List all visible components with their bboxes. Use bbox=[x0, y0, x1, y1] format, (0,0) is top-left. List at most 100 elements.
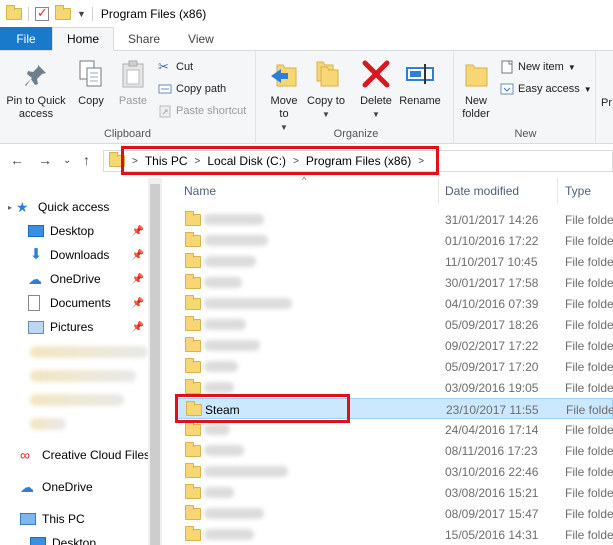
column-header-date[interactable]: Date modified bbox=[445, 178, 555, 204]
scrollbar-thumb[interactable] bbox=[150, 184, 160, 545]
folder-icon bbox=[185, 337, 201, 352]
pin-icon[interactable]: 📌 bbox=[132, 250, 144, 261]
up-arrow-icon[interactable]: ↑ bbox=[83, 152, 90, 168]
tab-share[interactable]: Share bbox=[114, 27, 174, 50]
new-group: New folder New item ▼ Easy access ▼ New bbox=[456, 51, 596, 144]
file-row[interactable]: 15/05/2016 14:31 File folder bbox=[176, 524, 613, 545]
blurred-nav-item[interactable] bbox=[30, 346, 148, 358]
tab-view[interactable]: View bbox=[174, 27, 228, 50]
desktop-icon bbox=[30, 537, 46, 545]
copy-button[interactable]: Copy bbox=[74, 59, 108, 108]
tab-home[interactable]: Home bbox=[52, 27, 115, 51]
creative-cloud-icon: ∞ bbox=[20, 447, 30, 463]
rename-button[interactable]: Rename bbox=[397, 59, 443, 108]
window-title: Program Files (x86) bbox=[100, 6, 207, 21]
pin-icon[interactable]: 📌 bbox=[132, 322, 144, 333]
new-folder-label: New folder bbox=[462, 95, 490, 120]
easy-access-button[interactable]: Easy access ▼ bbox=[500, 82, 592, 96]
nav-pictures[interactable]: Pictures 📌 bbox=[28, 316, 148, 338]
nav-pictures-label: Pictures bbox=[50, 320, 94, 334]
file-row[interactable]: 11/10/2017 10:45 File folder bbox=[176, 251, 613, 272]
file-date-modified: 04/10/2016 07:39 bbox=[445, 297, 539, 311]
move-to-button[interactable]: Move to ▼ bbox=[265, 59, 303, 134]
file-row[interactable]: 08/11/2016 17:23 File folder bbox=[176, 440, 613, 461]
file-row[interactable]: 01/10/2016 17:22 File folder bbox=[176, 230, 613, 251]
customize-toolbar-icon[interactable]: ▼ bbox=[77, 9, 86, 19]
file-row[interactable]: 03/10/2016 22:46 File folder bbox=[176, 461, 613, 482]
copy-to-button[interactable]: Copy to ▼ bbox=[307, 59, 345, 121]
blurred-nav-item[interactable] bbox=[30, 418, 66, 430]
quick-access-label: Quick access bbox=[38, 200, 110, 214]
folder-icon bbox=[185, 463, 201, 478]
pin-icon[interactable]: 📌 bbox=[132, 274, 144, 285]
properties-icon[interactable] bbox=[35, 5, 49, 21]
folder-icon bbox=[185, 358, 201, 373]
organize-group: Move to ▼ Copy to ▼ Delete ▼ Rename Orga… bbox=[259, 51, 454, 144]
cut-button[interactable]: ✂ Cut bbox=[158, 60, 193, 74]
file-row[interactable]: 05/09/2017 18:26 File folder bbox=[176, 314, 613, 335]
navigation-pane-scrollbar[interactable] bbox=[148, 178, 162, 545]
delete-icon bbox=[362, 60, 390, 88]
rename-label: Rename bbox=[399, 95, 441, 107]
paste-button[interactable]: Paste bbox=[114, 59, 152, 108]
folder-icon bbox=[185, 232, 201, 247]
back-arrow-icon[interactable]: ← bbox=[10, 152, 24, 168]
blurred-file-name bbox=[204, 529, 254, 540]
move-to-label: Move to bbox=[270, 95, 298, 120]
new-item-button[interactable]: New item ▼ bbox=[500, 60, 576, 74]
blurred-file-name bbox=[204, 466, 288, 477]
nav-downloads[interactable]: ⬇ Downloads 📌 bbox=[28, 244, 148, 266]
nav-quick-access[interactable]: ▸ ★ Quick access bbox=[8, 196, 156, 218]
file-type: File folder bbox=[565, 276, 613, 290]
pin-icon[interactable]: 📌 bbox=[132, 298, 144, 309]
file-row[interactable]: 04/10/2016 07:39 File folder bbox=[176, 293, 613, 314]
new-folder-button[interactable]: New folder bbox=[456, 59, 496, 121]
delete-label: Delete bbox=[360, 95, 392, 107]
column-header-type[interactable]: Type bbox=[565, 178, 613, 204]
nav-creative-cloud[interactable]: ∞ Creative Cloud Files bbox=[20, 444, 168, 466]
copy-path-button[interactable]: Copy path bbox=[158, 82, 226, 96]
nav-documents[interactable]: Documents 📌 bbox=[28, 292, 148, 314]
file-type: File folder bbox=[565, 528, 613, 542]
column-name-label: Name bbox=[184, 184, 217, 198]
delete-button[interactable]: Delete ▼ bbox=[357, 59, 395, 121]
expand-chevron-icon[interactable]: ▸ bbox=[8, 203, 12, 212]
blurred-nav-item[interactable] bbox=[30, 370, 136, 382]
file-row[interactable]: 31/01/2017 14:26 File folder bbox=[176, 209, 613, 230]
file-date-modified: 08/11/2016 17:23 bbox=[445, 444, 538, 458]
recent-locations-chevron-icon[interactable]: ⌄ bbox=[63, 155, 71, 166]
ribbon: Pin to Quick access Copy Paste ✂ Cut Cop… bbox=[0, 51, 613, 144]
pictures-icon bbox=[28, 320, 44, 334]
blurred-file-name bbox=[204, 508, 264, 519]
file-type: File folder bbox=[565, 507, 613, 521]
file-row[interactable]: 09/02/2017 17:22 File folder bbox=[176, 335, 613, 356]
nav-onedrive[interactable]: ☁ OneDrive bbox=[20, 476, 168, 498]
column-divider[interactable] bbox=[557, 178, 558, 204]
paste-shortcut-button[interactable]: Paste shortcut bbox=[158, 104, 246, 118]
file-date-modified: 01/10/2016 17:22 bbox=[445, 234, 539, 248]
new-item-icon bbox=[501, 60, 513, 74]
move-to-icon bbox=[271, 64, 297, 87]
nav-this-pc[interactable]: This PC bbox=[20, 508, 168, 530]
blurred-nav-item[interactable] bbox=[30, 394, 124, 406]
column-type-label: Type bbox=[565, 184, 592, 198]
file-row[interactable]: 08/09/2017 15:47 File folder bbox=[176, 503, 613, 524]
file-row[interactable]: 03/08/2016 15:21 File folder bbox=[176, 482, 613, 503]
file-row[interactable]: 30/01/2017 17:58 File folder bbox=[176, 272, 613, 293]
forward-arrow-icon[interactable]: → bbox=[38, 152, 52, 168]
tab-file[interactable]: File bbox=[0, 27, 52, 50]
nav-desktop[interactable]: Desktop 📌 bbox=[28, 220, 148, 242]
column-divider[interactable] bbox=[438, 178, 439, 204]
column-header-name[interactable]: Name bbox=[184, 178, 434, 204]
open-group-partial[interactable]: Pr bbox=[601, 97, 613, 110]
cut-label: Cut bbox=[176, 61, 194, 73]
pin-to-quick-access-button[interactable]: Pin to Quick access bbox=[2, 63, 70, 121]
new-folder-icon[interactable] bbox=[55, 4, 71, 20]
easy-access-icon bbox=[500, 83, 514, 95]
divider bbox=[91, 6, 93, 21]
file-row[interactable]: 05/09/2017 17:20 File folder bbox=[176, 356, 613, 377]
pin-icon[interactable]: 📌 bbox=[132, 226, 144, 237]
file-date-modified: 31/01/2017 14:26 bbox=[445, 213, 539, 227]
blurred-file-name bbox=[204, 382, 234, 393]
nav-onedrive-quick[interactable]: ☁ OneDrive 📌 bbox=[28, 268, 148, 290]
